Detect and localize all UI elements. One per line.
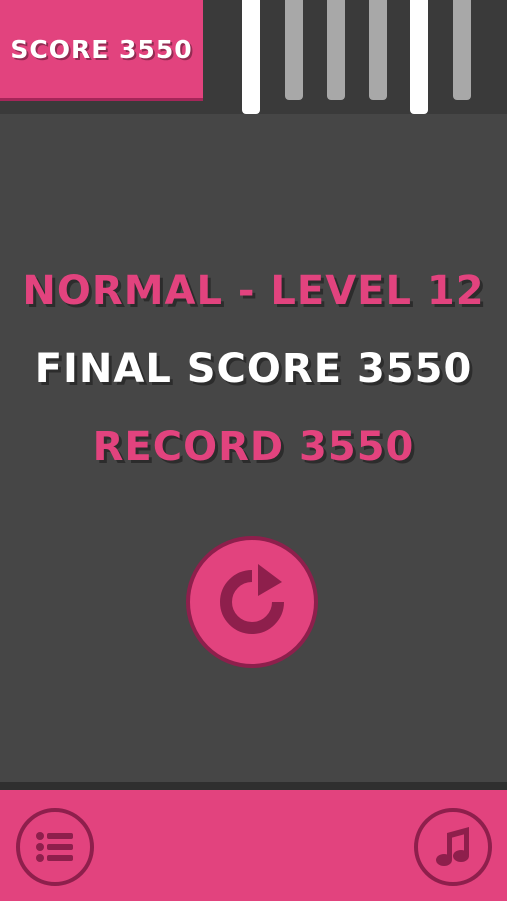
- score-label: SCORE 3550: [10, 34, 193, 64]
- restart-button[interactable]: [186, 536, 318, 668]
- music-note-icon: [436, 827, 469, 866]
- top-bar: SCORE 3550: [0, 0, 507, 114]
- piano-key: [285, 0, 303, 100]
- piano-key: [410, 0, 428, 114]
- menu-list-button[interactable]: [16, 808, 94, 886]
- score-panel: SCORE 3550: [0, 0, 203, 98]
- list-icon: [36, 832, 73, 862]
- final-score-text: FINAL SCORE 3550: [34, 346, 473, 392]
- mode-level-text: NORMAL - LEVEL 12: [22, 268, 485, 314]
- piano-key: [242, 0, 260, 114]
- piano-key: [369, 0, 387, 100]
- piano-keys-decoration: [203, 0, 507, 114]
- piano-key: [327, 0, 345, 100]
- record-text: RECORD 3550: [92, 424, 415, 470]
- music-toggle-button[interactable]: [414, 808, 492, 886]
- piano-key: [453, 0, 471, 100]
- restart-icon: [220, 564, 284, 634]
